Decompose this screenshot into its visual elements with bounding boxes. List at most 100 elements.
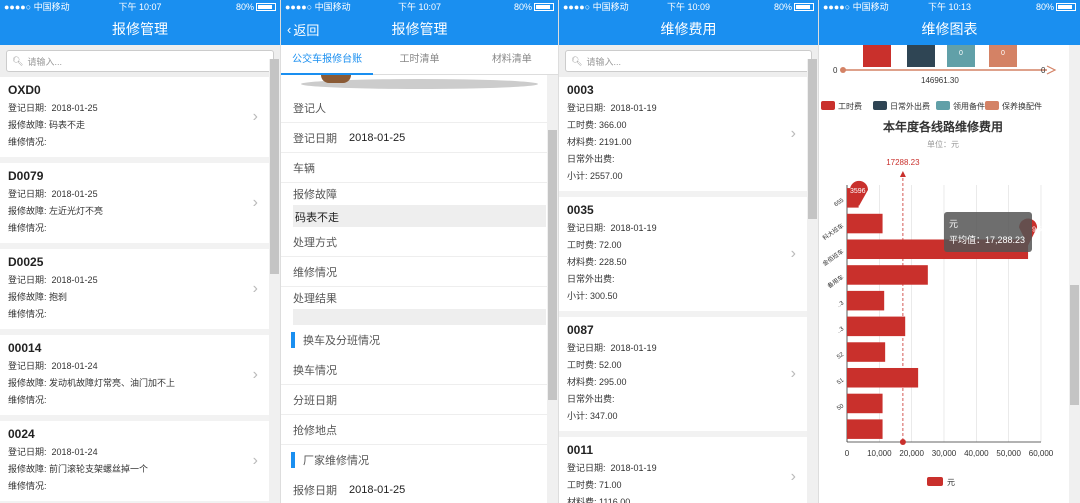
markline-arrow xyxy=(899,171,906,177)
y-tick-label: 金佰班车 xyxy=(821,247,845,267)
tab-material-list[interactable]: 材料清单 xyxy=(466,45,558,75)
vehicle-row[interactable]: 车辆 xyxy=(281,153,558,183)
photo-strip xyxy=(281,75,558,93)
y-tick-label: 备用车 xyxy=(826,273,845,290)
scrollbar[interactable] xyxy=(807,59,818,503)
result-label: 处理结果 xyxy=(293,293,337,305)
carrier-label: ●●●●○ 中国移动 xyxy=(563,2,629,12)
scrollbar-thumb[interactable] xyxy=(808,59,817,219)
shift-date-row[interactable]: 分班日期 xyxy=(281,385,558,415)
status-bar: ●●●●○ 中国移动 下午 10:07 80% xyxy=(281,0,558,13)
vehicle-code: OXD0 xyxy=(8,83,41,97)
labor-line: 工时费: 71.00 xyxy=(567,480,622,490)
fault-label: 报修故障 xyxy=(293,189,337,201)
top-value-label: 146961.30 xyxy=(921,76,959,85)
x-tick-label: 20,000 xyxy=(899,449,924,458)
date-line: 登记日期: 2018-01-19 xyxy=(567,103,657,113)
y-tick-label: 科大班车 xyxy=(821,222,845,242)
vehicle-code: 0035 xyxy=(567,203,594,217)
battery-icon xyxy=(534,3,554,12)
fault-line: 报修故障: 左近光灯不亮 xyxy=(8,206,104,216)
x-tick-label: 10,000 xyxy=(867,449,892,458)
tooltip-title: 元 xyxy=(949,219,958,229)
list-item[interactable]: 00014 登记日期: 2018-01-24 报修故障: 发动机故障灯常亮、油门加不… xyxy=(0,335,280,421)
list-item[interactable]: D0025 登记日期: 2018-01-25 报修故障: 抱刹 维修情况: › xyxy=(0,249,280,335)
list-item[interactable]: D0079 登记日期: 2018-01-25 报修故障: 左近光灯不亮 维修情况: › xyxy=(0,163,280,249)
list-item[interactable]: 0011 登记日期: 2018-01-19 工时费: 71.00 材料费: 1116.… xyxy=(559,437,818,503)
repair-status-row[interactable]: 维修情况 xyxy=(281,257,558,287)
registrar-row: 登记人 xyxy=(281,93,558,123)
search-input[interactable]: 🔍︎ 请输入... xyxy=(565,50,812,72)
carrier-label: ●●●●○ 中国移动 xyxy=(285,2,351,12)
status-bar: ●●●●○ 中国移动 下午 10:07 80% xyxy=(0,0,280,13)
material-line: 材料费: 228.50 xyxy=(567,257,627,267)
chart-bar xyxy=(847,213,883,234)
legend-label: 领用备件 xyxy=(953,101,985,111)
list-item[interactable]: 0024 登记日期: 2018-01-24 报修故障: 前门滚轮支架螺丝掉一个 维修情… xyxy=(0,421,280,503)
chevron-right-icon: › xyxy=(790,468,796,485)
search-placeholder: 请输入... xyxy=(27,56,62,67)
section-vendor-repair: 厂家维修情况 xyxy=(281,445,558,475)
battery-indicator: 80% xyxy=(236,2,276,12)
search-icon: 🔍︎ xyxy=(571,55,583,66)
fault-line: 报修故障: 发动机故障灯常亮、油门加不上 xyxy=(8,378,176,388)
section-vehicle-change: 换车及分班情况 xyxy=(281,325,558,355)
result-value[interactable] xyxy=(293,309,546,325)
legend-swatch xyxy=(821,101,835,110)
nav-bar: 维修图表 xyxy=(819,13,1080,45)
legend-label: 保养换配件 xyxy=(1002,101,1042,111)
vehicle-code: D0025 xyxy=(8,255,44,269)
subtotal-line: 小计: 2557.00 xyxy=(567,171,623,181)
date-line: 登记日期: 2018-01-25 xyxy=(8,103,98,113)
max-pin-label: 3596 xyxy=(850,188,866,195)
repair-line: 维修情况: xyxy=(8,137,47,147)
extra-line: 日常外出费: xyxy=(567,394,615,404)
top-zero-label: 0 xyxy=(833,66,838,75)
scrollbar[interactable] xyxy=(269,59,280,503)
vehicle-change-row[interactable]: 换车情况 xyxy=(281,355,558,385)
reg-date-value: 2018-01-25 xyxy=(349,131,406,144)
top-pin-label: 0 xyxy=(1001,50,1005,57)
scrollbar-thumb[interactable] xyxy=(270,59,279,274)
search-icon: 🔍︎ xyxy=(12,55,24,66)
reg-date-row[interactable]: 登记日期 2018-01-25 xyxy=(281,123,558,153)
vendor-date-row[interactable]: 报修日期 2018-01-25 xyxy=(281,475,558,503)
legend-swatch xyxy=(927,477,943,486)
rescue-location-row[interactable]: 抢修地点 xyxy=(281,415,558,445)
list-item[interactable]: 0035 登记日期: 2018-01-19 工时费: 72.00 材料费: 228.5… xyxy=(559,197,818,317)
y-tick-label: 655 xyxy=(834,197,846,208)
vehicle-code: 00014 xyxy=(8,341,42,355)
list-item[interactable]: OXD0 登记日期: 2018-01-25 报修故障: 码表不走 维修情况: › xyxy=(0,77,280,163)
repair-list: OXD0 登记日期: 2018-01-25 报修故障: 码表不走 维修情况: › D007… xyxy=(0,77,280,503)
search-input[interactable]: 🔍︎ 请输入... xyxy=(6,50,274,72)
scrollbar-thumb[interactable] xyxy=(1070,285,1079,405)
back-button[interactable]: ‹ 返回 xyxy=(287,20,319,39)
vehicle-code: 0024 xyxy=(8,427,35,441)
list-item[interactable]: 0003 登记日期: 2018-01-19 工时费: 366.00 材料费: 2191… xyxy=(559,77,818,197)
chart-title: 本年度各线路维修费用 xyxy=(883,119,1003,134)
top-bar xyxy=(907,45,935,67)
nav-bar: ‹ 返回 报修管理 xyxy=(281,13,558,45)
vehicle-code: 0011 xyxy=(567,443,594,457)
screen-repair-detail: ●●●●○ 中国移动 下午 10:07 80% ‹ 返回 报修管理 公交车报修台账… xyxy=(281,0,559,503)
scrollbar-thumb[interactable] xyxy=(548,130,557,400)
chart-unit: 单位：元 xyxy=(927,139,959,149)
legend-label: 元 xyxy=(947,478,955,487)
list-item[interactable]: 0087 登记日期: 2018-01-19 工时费: 52.00 材料费: 295.0… xyxy=(559,317,818,437)
method-row[interactable]: 处理方式 xyxy=(281,227,558,257)
tab-labor-list[interactable]: 工时清单 xyxy=(373,45,465,75)
top-axis-dot xyxy=(840,67,846,73)
x-tick-label: 60,000 xyxy=(1029,449,1054,458)
date-line: 登记日期: 2018-01-19 xyxy=(567,223,657,233)
date-line: 登记日期: 2018-01-24 xyxy=(8,361,98,371)
tab-bus-ledger[interactable]: 公交车报修台账 xyxy=(281,45,374,75)
labor-line: 工时费: 366.00 xyxy=(567,120,627,130)
x-tick-label: 0 xyxy=(845,449,850,458)
repair-line: 维修情况: xyxy=(8,395,47,405)
repair-line: 维修情况: xyxy=(8,481,47,491)
top-bar xyxy=(863,45,891,67)
fault-value[interactable]: 码表不走 xyxy=(293,205,546,227)
scrollbar[interactable] xyxy=(1069,45,1080,503)
fault-line: 报修故障: 前门滚轮支架螺丝掉一个 xyxy=(8,464,149,474)
scrollbar[interactable] xyxy=(547,75,558,503)
